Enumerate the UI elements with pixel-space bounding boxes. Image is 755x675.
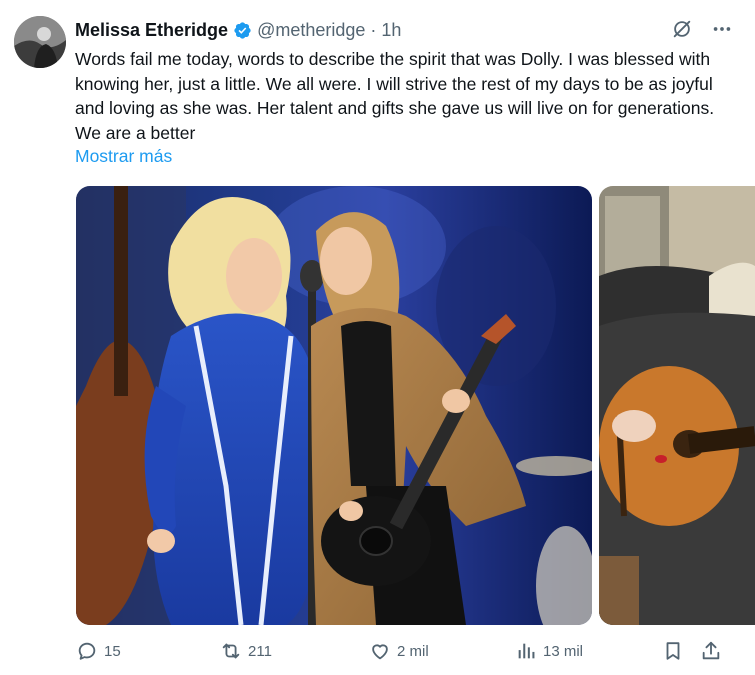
tweet-photo-second[interactable] <box>599 186 755 625</box>
avatar[interactable] <box>14 16 66 68</box>
author-name[interactable]: Melissa Etheridge <box>75 20 228 41</box>
tweet-text: Words fail me today, words to describe t… <box>75 49 715 143</box>
views-count: 13 mil <box>543 642 584 660</box>
grok-icon[interactable] <box>671 18 693 40</box>
views-icon <box>518 643 535 659</box>
tweet-header: Melissa Etheridge @metheridge · 1h <box>75 18 401 42</box>
separator-dot: · <box>370 19 377 40</box>
bookmark-icon[interactable] <box>662 640 684 662</box>
reply-count: 15 <box>104 642 121 660</box>
tweet-actions: 15 211 2 mil 13 mil <box>0 640 755 670</box>
tweet-timestamp[interactable]: 1h <box>381 20 401 41</box>
repost-icon <box>222 643 240 659</box>
repost-button[interactable]: 211 <box>220 640 272 662</box>
views-button[interactable]: 13 mil <box>515 640 583 662</box>
share-icon[interactable] <box>700 640 722 662</box>
reply-icon <box>78 642 96 660</box>
tweet-card[interactable]: Melissa Etheridge @metheridge · 1h Words… <box>0 0 755 675</box>
verified-badge-icon <box>234 21 251 39</box>
repost-count: 211 <box>248 642 272 660</box>
show-more-link[interactable]: Mostrar más <box>75 146 172 167</box>
like-count: 2 mil <box>397 642 429 660</box>
tweet-photo-main[interactable] <box>76 186 592 625</box>
top-actions <box>671 18 733 40</box>
reply-button[interactable]: 15 <box>76 640 121 662</box>
author-handle[interactable]: @metheridge <box>257 20 365 41</box>
more-icon[interactable] <box>711 18 733 40</box>
like-button[interactable]: 2 mil <box>369 640 429 662</box>
like-icon <box>372 644 388 660</box>
